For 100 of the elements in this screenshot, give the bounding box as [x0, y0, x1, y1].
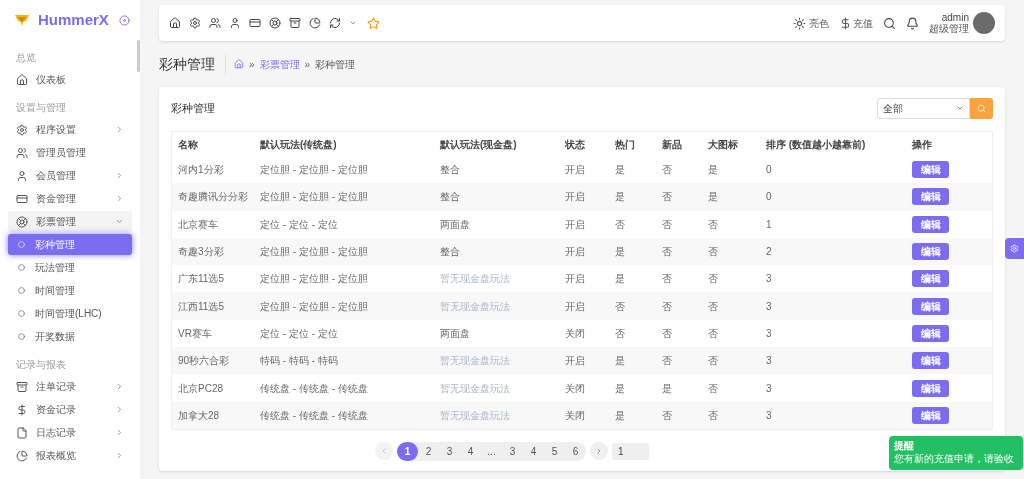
- chevron-right-icon: [115, 428, 124, 437]
- page-button[interactable]: 5: [544, 441, 565, 461]
- submenu-item[interactable]: 时间管理: [8, 280, 132, 301]
- bell-icon[interactable]: [906, 16, 919, 30]
- submenu-item[interactable]: 玩法管理: [8, 257, 132, 278]
- table-cell-text: 暂无现金盘玩法: [440, 272, 511, 287]
- user-icon: [16, 169, 28, 182]
- pie-chart-icon: [16, 449, 28, 462]
- lifebuoy-icon[interactable]: [269, 17, 281, 29]
- star-icon[interactable]: [367, 16, 380, 30]
- avatar[interactable]: [973, 12, 995, 34]
- table-cell-text: 两面盘: [440, 217, 471, 232]
- table-cell-text: 开启: [565, 245, 586, 260]
- breadcrumb-link[interactable]: 彩票管理: [259, 56, 300, 72]
- chevron-right-icon: [115, 405, 124, 414]
- filter-select[interactable]: 全部: [877, 97, 970, 119]
- table-cell-text: 90秒六合彩: [178, 354, 231, 369]
- edit-button[interactable]: 编辑: [912, 161, 949, 179]
- edit-button[interactable]: 编辑: [912, 297, 949, 315]
- table-cell-text: 是: [615, 408, 626, 423]
- card-icon: [16, 192, 28, 205]
- breadcrumb-current: 彩种管理: [315, 57, 356, 72]
- card-icon[interactable]: [249, 17, 261, 29]
- pie-chart-icon[interactable]: [309, 17, 321, 29]
- home-icon[interactable]: [169, 17, 181, 29]
- table-cell-text: 开启: [565, 163, 586, 178]
- table-cell-text: 否: [615, 326, 626, 341]
- sidebar-item[interactable]: 注单记录: [8, 376, 132, 397]
- user-icon[interactable]: [229, 17, 241, 29]
- table-cell-text: 关闭: [565, 381, 586, 396]
- edit-button[interactable]: 编辑: [912, 243, 949, 261]
- edit-button[interactable]: 编辑: [912, 215, 949, 233]
- page-button[interactable]: 4: [523, 441, 544, 461]
- sidebar-item[interactable]: 仪表板: [8, 69, 132, 90]
- table-cell-text: 暂无现金盘玩法: [440, 408, 511, 423]
- table-cell-text: 否: [708, 408, 719, 423]
- table-cell-text: 开启: [565, 272, 586, 287]
- column-header: 热门: [615, 137, 636, 152]
- users-icon[interactable]: [209, 17, 221, 29]
- sidebar-item[interactable]: 资金管理: [8, 188, 132, 209]
- dollar-icon: [16, 403, 28, 416]
- circle-icon: [18, 241, 25, 248]
- refresh-icon[interactable]: [329, 17, 341, 29]
- edit-button[interactable]: 编辑: [912, 188, 949, 206]
- table-cell-text: 是: [708, 163, 719, 178]
- table-cell-text: 北京赛车: [178, 217, 219, 232]
- chevron-down-icon: [115, 217, 124, 226]
- table-cell-text: 否: [662, 245, 673, 260]
- edit-button[interactable]: 编辑: [912, 270, 949, 288]
- sidebar-item[interactable]: 程序设置: [8, 119, 132, 140]
- sidebar-item[interactable]: 报表概览: [8, 445, 132, 466]
- submenu-item[interactable]: 时间管理(LHC): [8, 303, 132, 324]
- toggle-icon[interactable]: [119, 14, 130, 26]
- page-button[interactable]: 3: [439, 441, 460, 461]
- chevron-right-icon: [115, 451, 124, 460]
- edit-button[interactable]: 编辑: [912, 324, 949, 342]
- sidebar-item[interactable]: 日志记录: [8, 422, 132, 443]
- table-cell-text: 否: [662, 354, 673, 369]
- theme-button[interactable]: 亮色: [793, 15, 829, 31]
- sun-icon: [793, 16, 806, 30]
- table-cell-text: 开启: [565, 190, 586, 205]
- chevron-down-icon[interactable]: [349, 19, 357, 27]
- sidebar-item[interactable]: 会员管理: [8, 165, 132, 186]
- table-cell-text: 3: [766, 272, 773, 287]
- dollar-icon: [839, 16, 852, 30]
- chevron-right-icon: [115, 171, 124, 180]
- page-button[interactable]: 6: [565, 441, 586, 461]
- sidebar-item[interactable]: 资金记录: [8, 399, 132, 420]
- sidebar-item[interactable]: 管理员管理: [8, 142, 132, 163]
- table-cell-text: 2: [766, 245, 773, 260]
- table-cell-text: 暂无现金盘玩法: [440, 354, 511, 369]
- edit-button[interactable]: 编辑: [912, 352, 949, 370]
- table-cell-text: 关闭: [565, 326, 586, 341]
- column-header: 大图标: [708, 137, 739, 152]
- settings-icon[interactable]: [189, 17, 201, 29]
- archive-icon[interactable]: [289, 17, 301, 29]
- table-cell-text: 否: [662, 217, 673, 232]
- search-icon[interactable]: [883, 16, 896, 30]
- edit-button[interactable]: 编辑: [912, 406, 949, 424]
- page-button[interactable]: 2: [418, 441, 439, 461]
- table-cell-text: 整合: [440, 163, 461, 178]
- column-header: 新品: [662, 137, 683, 152]
- chevron-right-icon: [595, 447, 603, 456]
- table-cell-text: 定位 - 定位 - 定位: [260, 326, 339, 341]
- table-cell-text: 关闭: [565, 408, 586, 423]
- submenu-item[interactable]: 彩种管理: [8, 234, 132, 255]
- submenu-item[interactable]: 开奖数据: [8, 326, 132, 347]
- table-cell-text: 是: [615, 272, 626, 287]
- table-cell-text: 是: [615, 163, 626, 178]
- page-button[interactable]: 3: [502, 441, 523, 461]
- recharge-button[interactable]: 充值: [839, 15, 873, 31]
- table-cell-text: 河内1分彩: [178, 163, 225, 178]
- table-cell-text: 否: [662, 326, 673, 341]
- home-icon: [16, 73, 28, 86]
- sidebar-item[interactable]: 彩票管理: [8, 211, 132, 232]
- page-button[interactable]: 1: [397, 441, 418, 461]
- page-button[interactable]: ...: [481, 441, 502, 461]
- page-jump-field[interactable]: 1: [612, 442, 649, 460]
- edit-button[interactable]: 编辑: [912, 379, 949, 397]
- page-button[interactable]: 4: [460, 441, 481, 461]
